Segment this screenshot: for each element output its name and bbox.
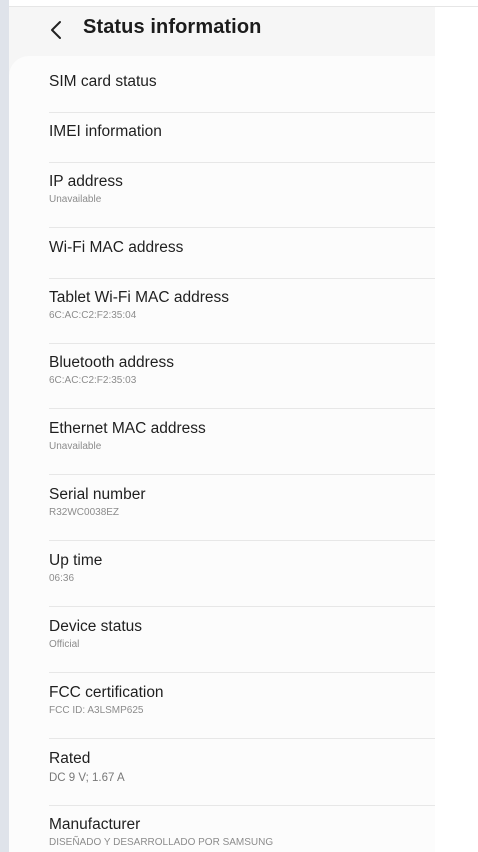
item-value: 06:36 [49,573,75,584]
item-title: Manufacturer [49,816,141,833]
item-title: Ethernet MAC address [49,420,206,437]
list-item-up-time[interactable]: Up time 06:36 [49,551,435,585]
list-item-imei-information[interactable]: IMEI information [49,122,435,141]
list-item-ip-address[interactable]: IP address Unavailable [49,172,435,206]
divider [49,672,435,673]
chevron-left-icon [51,21,61,39]
left-edge-strip [0,0,9,852]
list-item-bluetooth-address[interactable]: Bluetooth address 6C:AC:C2:F2:35:03 [49,353,435,387]
divider [49,738,435,739]
item-title: Bluetooth address [49,354,174,371]
item-title: SIM card status [49,73,157,90]
divider [49,162,435,163]
item-value: DC 9 V; 1.67 A [49,772,125,784]
divider [49,606,435,607]
list-item-device-status[interactable]: Device status Official [49,617,435,651]
divider [49,805,435,806]
item-value: 6C:AC:C2:F2:35:03 [49,375,137,386]
back-button[interactable] [45,17,67,43]
item-title: Serial number [49,486,146,503]
divider [49,540,435,541]
item-title: Wi-Fi MAC address [49,239,184,256]
divider [49,408,435,409]
list-item-sim-card-status[interactable]: SIM card status [49,72,435,91]
divider [49,343,435,344]
list-item-manufacturer[interactable]: Manufacturer DISEÑADO Y DESARROLLADO POR… [49,815,435,849]
divider [49,474,435,475]
item-title: IMEI information [49,123,162,140]
item-value: R32WC0038EZ [49,507,120,518]
item-title: Up time [49,552,103,569]
item-value: Unavailable [49,441,102,452]
item-title: Tablet Wi-Fi MAC address [49,289,230,306]
status-list: SIM card status IMEI information IP addr… [9,56,435,852]
item-value: Official [49,639,80,650]
item-title: FCC certification [49,684,164,701]
item-title: IP address [49,173,123,190]
item-value: FCC ID: A3LSMP625 [49,705,144,716]
page-title: Status information [83,16,262,38]
list-item-rated[interactable]: Rated DC 9 V; 1.67 A [49,749,435,785]
list-item-fcc-certification[interactable]: FCC certification FCC ID: A3LSMP625 [49,683,435,717]
item-title: Rated [49,750,91,767]
list-item-wifi-mac-address[interactable]: Wi-Fi MAC address [49,238,435,257]
list-item-tablet-wifi-mac-address[interactable]: Tablet Wi-Fi MAC address 6C:AC:C2:F2:35:… [49,288,435,322]
divider [49,112,435,113]
list-item-ethernet-mac-address[interactable]: Ethernet MAC address Unavailable [49,419,435,453]
screen: Status information SIM card status IMEI … [0,0,478,852]
divider [49,278,435,279]
item-value: 6C:AC:C2:F2:35:04 [49,310,137,321]
item-value: Unavailable [49,194,102,205]
item-value: DISEÑADO Y DESARROLLADO POR SAMSUNG [49,837,274,848]
app-bar: Status information [9,7,435,57]
list-item-serial-number[interactable]: Serial number R32WC0038EZ [49,485,435,519]
settings-panel: Status information SIM card status IMEI … [9,7,435,852]
divider [49,227,435,228]
item-title: Device status [49,618,143,635]
